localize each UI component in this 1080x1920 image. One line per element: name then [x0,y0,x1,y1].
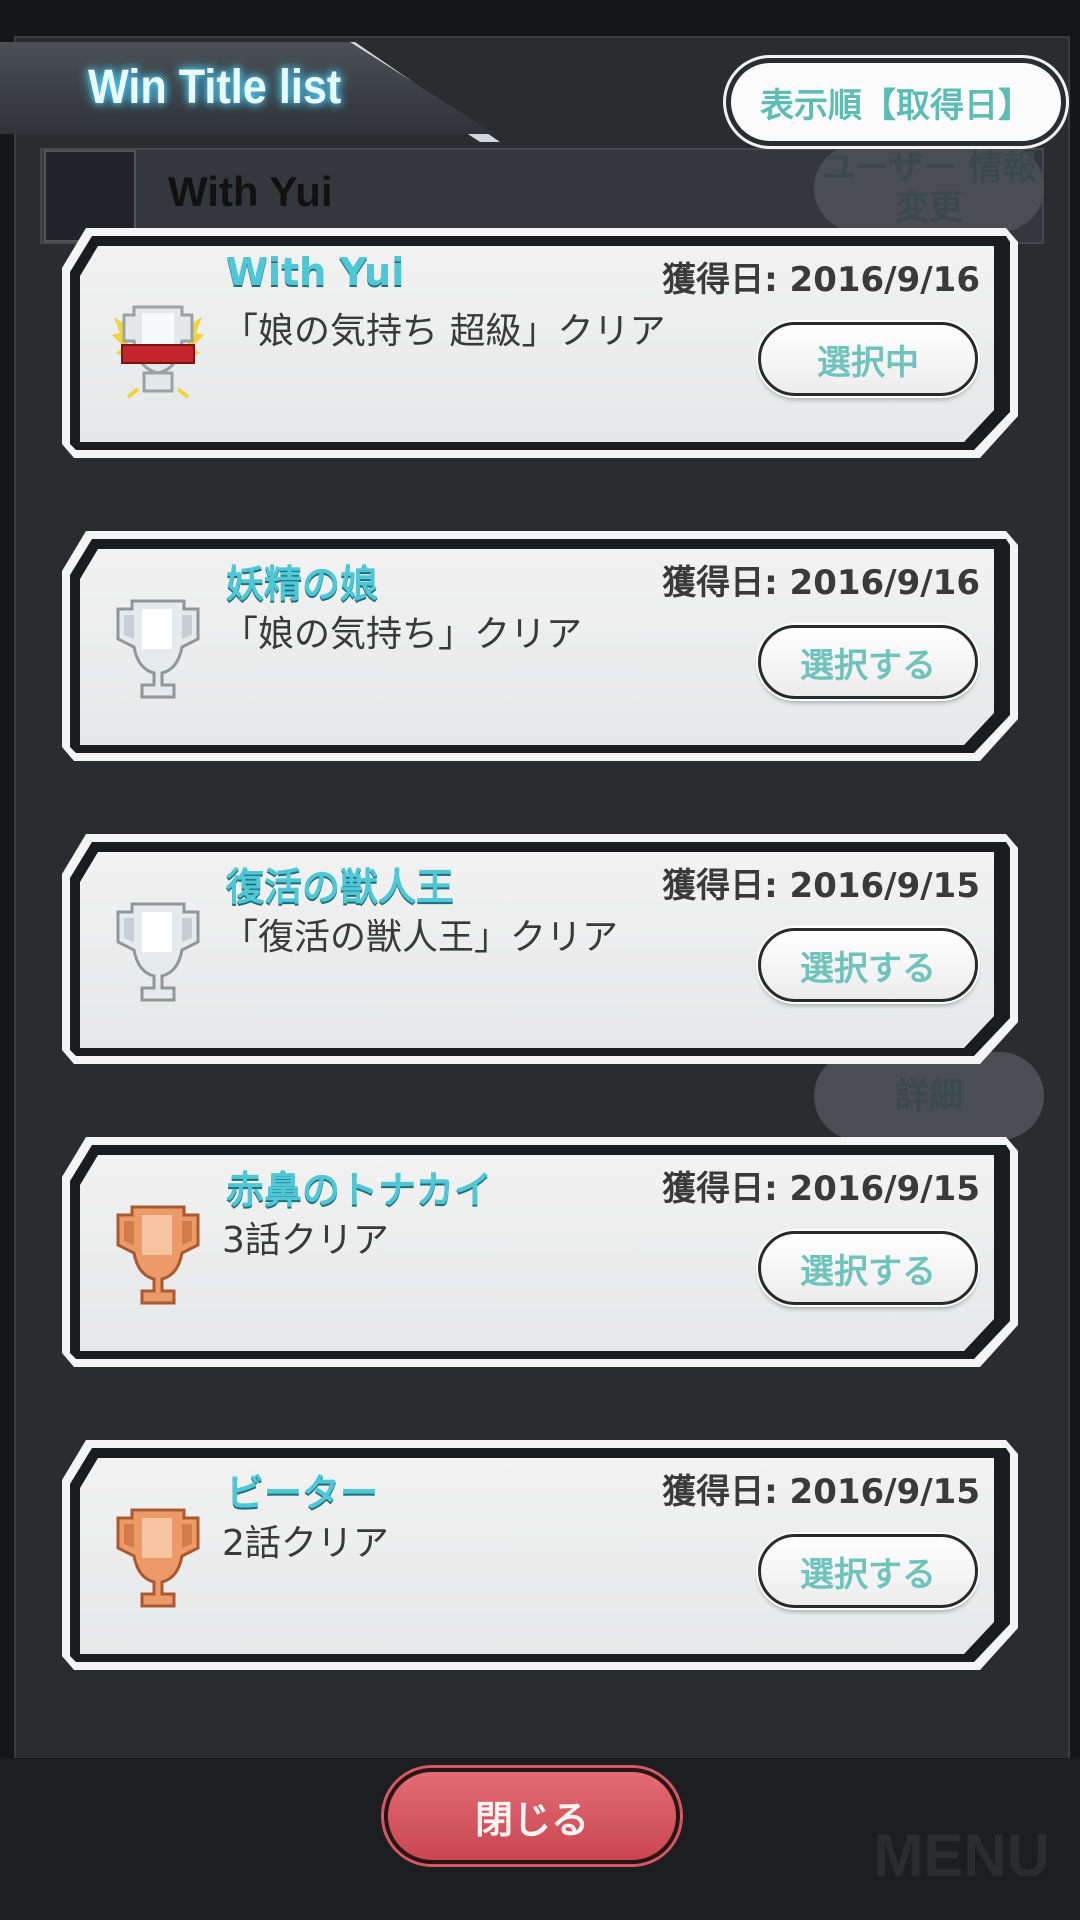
title-card-5: ビーター 2話クリア 獲得日: 2016/9/15 選択する [62,1440,1018,1670]
close-button[interactable]: 閉じる [384,1768,680,1864]
bronze-trophy-icon [108,1504,208,1614]
select-button-selected[interactable]: 選択中 [758,322,978,396]
title-acquired-date: 獲得日: 2016/9/15 [662,866,980,906]
title-description: 「娘の気持ち」クリア [222,614,583,655]
title-description: 2話クリア [222,1523,389,1564]
select-button[interactable]: 選択する [758,1231,978,1305]
background-user-info-button: ユーザー 情報変更 [814,144,1044,232]
title-acquired-date: 獲得日: 2016/9/15 [662,1169,980,1209]
title-acquired-date: 獲得日: 2016/9/16 [662,563,980,603]
title-card-3: 復活の獣人王 「復活の獣人王」クリア 獲得日: 2016/9/15 選択する [62,834,1018,1064]
select-button[interactable]: 選択する [758,625,978,699]
title-description: 「娘の気持ち 超級」クリア [222,311,666,352]
bronze-trophy-icon [108,1201,208,1311]
gold-ribbon-trophy-icon [108,292,208,402]
silver-trophy-icon [108,898,208,1008]
select-button[interactable]: 選択する [758,928,978,1002]
title-acquired-date: 獲得日: 2016/9/16 [662,260,980,300]
title-name: 復活の獣人王 [226,865,455,909]
title-description: 「復活の獣人王」クリア [222,917,619,958]
title-name: With Yui [226,250,405,294]
title-card-4: 赤鼻のトナカイ 3話クリア 獲得日: 2016/9/15 選択する [62,1137,1018,1367]
background-player-name: With Yui [168,168,333,215]
sort-order-button[interactable]: 表示順【取得日】 [726,58,1066,146]
background-detail-button: 詳細 [814,1052,1044,1140]
background-menu-label: MENU [873,1822,1050,1889]
title-name: 妖精の娘 [226,562,379,606]
title-name: ビーター [226,1471,379,1515]
title-card-2: 妖精の娘 「娘の気持ち」クリア 獲得日: 2016/9/16 選択する [62,531,1018,761]
title-name: 赤鼻のトナカイ [226,1168,493,1212]
silver-trophy-icon [108,595,208,705]
title-card-1: With Yui 「娘の気持ち 超級」クリア 獲得日: 2016/9/16 選択… [62,228,1018,458]
select-button[interactable]: 選択する [758,1534,978,1608]
title-acquired-date: 獲得日: 2016/9/15 [662,1472,980,1512]
title-description: 3話クリア [222,1220,389,1261]
page-title: Win Title list [88,61,342,114]
